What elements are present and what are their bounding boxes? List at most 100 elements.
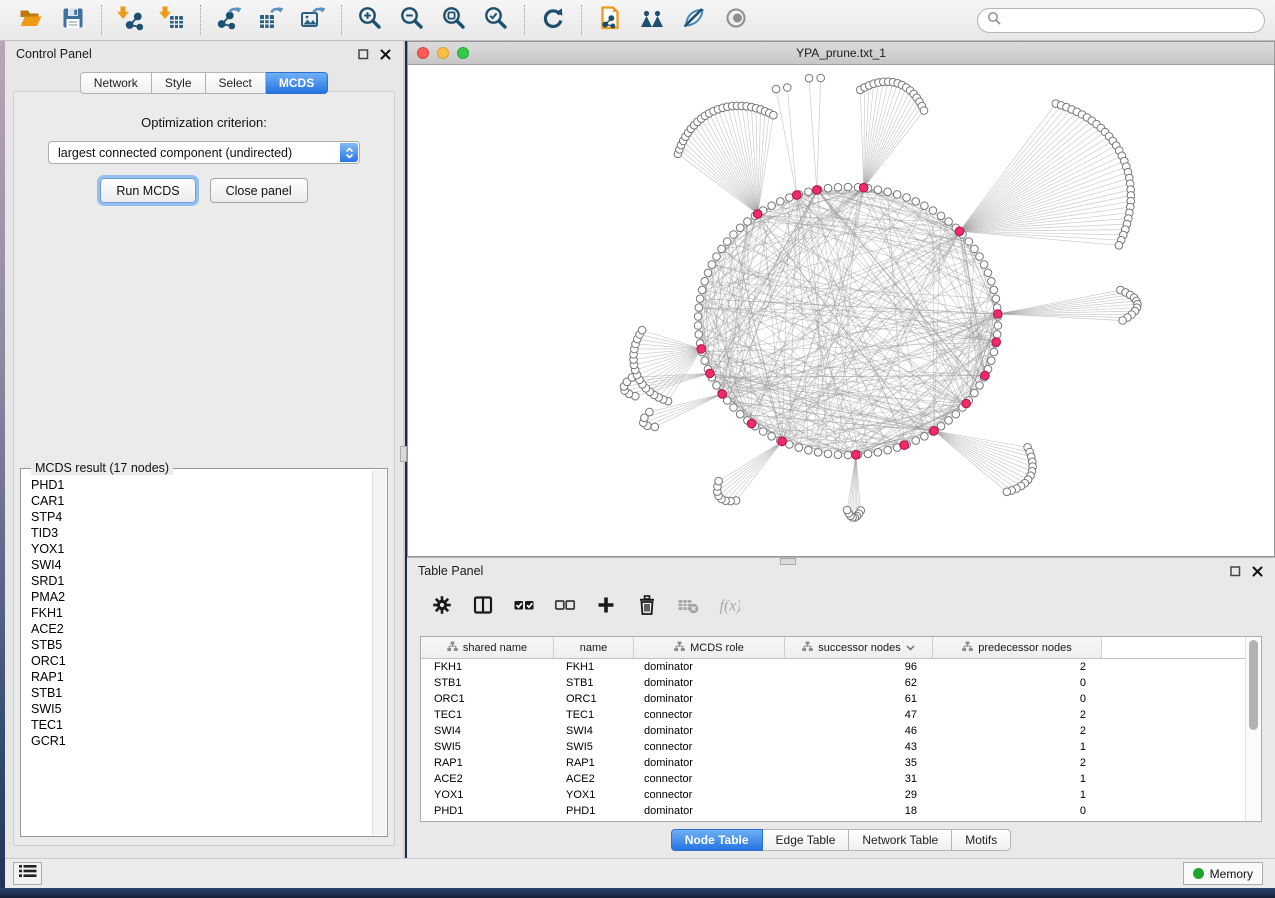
table-cell[interactable]: TEC1 [554,709,634,721]
table-cell[interactable]: 43 [785,741,933,753]
tab-style[interactable]: Style [152,72,206,94]
table-cell[interactable]: RAP1 [554,757,634,769]
table-cell[interactable]: 18 [785,805,933,817]
hide-graphics-details-button[interactable] [673,3,715,37]
mcds-result-item[interactable]: STB5 [31,637,372,653]
settings-button[interactable] [428,593,456,621]
table-cell[interactable]: 2 [933,709,1102,721]
export-image-button[interactable] [292,3,334,37]
network-canvas[interactable] [408,65,1274,556]
column-header-predecessor-nodes[interactable]: predecessor nodes [933,637,1102,658]
close-window-icon[interactable] [417,47,429,59]
table-cell[interactable]: dominator [634,677,785,689]
column-header-name[interactable]: name [554,637,634,658]
search-binoculars-button[interactable] [631,3,673,37]
table-cell[interactable]: FKH1 [554,661,634,673]
table-cell[interactable]: connector [634,709,785,721]
mcds-result-item[interactable]: YOX1 [31,541,372,557]
table-scrollbar[interactable] [1245,637,1261,821]
table-cell[interactable]: 62 [785,677,933,689]
table-row[interactable]: YOX1YOX1connector291 [421,787,1261,803]
table-cell[interactable]: STB1 [421,677,554,689]
table-cell[interactable]: STB1 [554,677,634,689]
network-window-titlebar[interactable]: YPA_prune.txt_1 [408,42,1274,65]
mcds-result-item[interactable]: FKH1 [31,605,372,621]
mcds-result-item[interactable]: STP4 [31,509,372,525]
table-row[interactable]: TEC1TEC1connector472 [421,707,1261,723]
table-cell[interactable]: ACE2 [421,773,554,785]
deselect-all-button[interactable] [551,593,579,621]
tab-motifs[interactable]: Motifs [952,829,1011,851]
table-cell[interactable]: SWI5 [554,741,634,753]
tab-node-table[interactable]: Node Table [671,829,763,851]
optimization-criterion-select[interactable]: largest connected component (undirected) [48,141,360,164]
column-header-MCDS-role[interactable]: MCDS role [634,637,785,658]
table-cell[interactable]: SWI4 [554,725,634,737]
zoom-out-button[interactable] [391,3,433,37]
table-row[interactable]: SWI4SWI4dominator462 [421,723,1261,739]
import-table-button[interactable] [151,3,193,37]
float-panel-icon[interactable] [357,48,370,61]
mcds-result-list[interactable]: PHD1CAR1STP4TID3YOX1SWI4SRD1PMA2FKH1ACE2… [22,470,372,835]
column-header-successor-nodes[interactable]: successor nodes [785,637,933,658]
table-cell[interactable]: SWI4 [421,725,554,737]
table-row[interactable]: ORC1ORC1dominator610 [421,691,1261,707]
table-cell[interactable]: 1 [933,773,1102,785]
table-cell[interactable]: 2 [933,725,1102,737]
table-cell[interactable]: 1 [933,741,1102,753]
table-cell[interactable]: YOX1 [421,789,554,801]
mcds-result-item[interactable]: CAR1 [31,493,372,509]
close-panel-button[interactable]: Close panel [210,178,308,203]
table-cell[interactable]: 0 [933,805,1102,817]
table-cell[interactable]: 61 [785,693,933,705]
table-row[interactable]: STB1STB1dominator620 [421,675,1261,691]
mcds-result-item[interactable]: TEC1 [31,717,372,733]
table-cell[interactable]: 29 [785,789,933,801]
table-cell[interactable]: connector [634,741,785,753]
add-column-button[interactable] [592,593,620,621]
mcds-result-item[interactable]: RAP1 [31,669,372,685]
zoom-selected-button[interactable] [475,3,517,37]
export-network-button[interactable] [208,3,250,37]
tab-edge-table[interactable]: Edge Table [763,829,850,851]
table-cell[interactable]: RAP1 [421,757,554,769]
tab-network-table[interactable]: Network Table [849,829,952,851]
table-cell[interactable]: 0 [933,693,1102,705]
table-row[interactable]: RAP1RAP1dominator352 [421,755,1261,771]
table-cell[interactable]: connector [634,773,785,785]
mcds-result-item[interactable]: PHD1 [31,477,372,493]
maximize-window-icon[interactable] [457,47,469,59]
table-cell[interactable]: 46 [785,725,933,737]
mcds-result-item[interactable]: SRD1 [31,573,372,589]
table-cell[interactable]: 2 [933,661,1102,673]
tab-network[interactable]: Network [80,72,152,94]
mcds-result-item[interactable]: SWI5 [31,701,372,717]
table-cell[interactable]: 2 [933,757,1102,769]
table-cell[interactable]: FKH1 [421,661,554,673]
table-cell[interactable]: YOX1 [554,789,634,801]
table-cell[interactable]: SWI5 [421,741,554,753]
close-panel-icon[interactable] [1251,565,1264,578]
table-cell[interactable]: dominator [634,661,785,673]
mcds-result-item[interactable]: ACE2 [31,621,372,637]
column-header-shared-name[interactable]: shared name [421,637,554,658]
minimize-window-icon[interactable] [437,47,449,59]
float-panel-icon[interactable] [1229,565,1242,578]
close-panel-icon[interactable] [379,48,392,61]
mcds-result-item[interactable]: SWI4 [31,557,372,573]
zoom-in-button[interactable] [349,3,391,37]
table-cell[interactable]: PHD1 [421,805,554,817]
mcds-result-item[interactable]: STB1 [31,685,372,701]
table-row[interactable]: SWI5SWI5connector431 [421,739,1261,755]
table-row[interactable]: ACE2ACE2connector311 [421,771,1261,787]
table-cell[interactable]: dominator [634,805,785,817]
mcds-result-item[interactable]: PMA2 [31,589,372,605]
mcds-result-item[interactable]: TID3 [31,525,372,541]
table-cell[interactable]: 96 [785,661,933,673]
delete-column-button[interactable] [633,593,661,621]
table-cell[interactable]: 47 [785,709,933,721]
table-cell[interactable]: ORC1 [554,693,634,705]
table-cell[interactable]: 31 [785,773,933,785]
task-history-button[interactable] [13,862,42,885]
table-cell[interactable]: dominator [634,725,785,737]
